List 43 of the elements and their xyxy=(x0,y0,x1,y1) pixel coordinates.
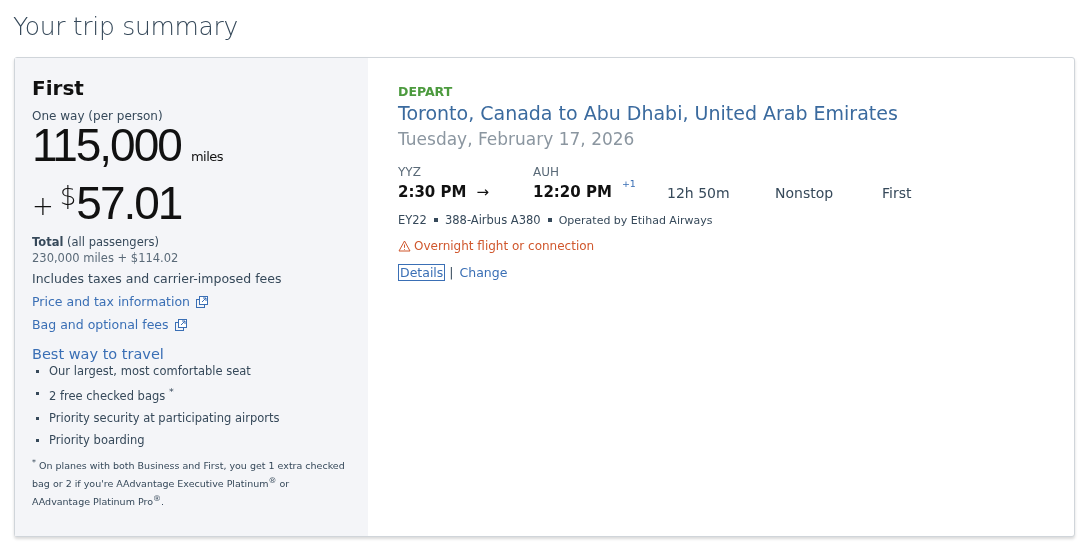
benefit-text: Priority boarding xyxy=(49,432,145,447)
fees-note: Includes taxes and carrier-imposed fees xyxy=(32,271,283,286)
flight-detail: Operated by Etihad Airways xyxy=(558,213,713,227)
warning-text: Overnight flight or connection xyxy=(414,239,595,253)
day-offset: +1 xyxy=(621,178,636,189)
bullet-icon xyxy=(36,438,39,442)
fee-link[interactable]: Bag and optional fees xyxy=(32,317,169,332)
bullet-icon xyxy=(36,416,39,420)
duration: 12h 50m xyxy=(667,185,731,201)
bullet-icon xyxy=(36,392,39,395)
depart-time: 2:30 PM xyxy=(398,183,467,201)
flight-detail: EY22 xyxy=(398,213,427,227)
link-separator: | xyxy=(449,265,454,280)
fee-link[interactable]: Price and tax information xyxy=(32,294,191,309)
cabin-name: First xyxy=(32,76,85,100)
airport-code: AUH xyxy=(533,165,560,179)
flight-date: Tuesday, February 17, 2026 xyxy=(398,129,636,149)
flight-action-link[interactable]: Change xyxy=(457,264,510,281)
bullet-icon xyxy=(36,370,39,373)
miles-unit: miles xyxy=(190,149,224,164)
external-link-icon xyxy=(196,295,209,308)
external-link-icon xyxy=(174,318,187,331)
page-title: Your trip summary xyxy=(13,12,240,41)
airport-code: YYZ xyxy=(398,165,422,179)
arrow-text: → xyxy=(476,183,490,201)
flight-action-link[interactable]: Details xyxy=(398,264,446,281)
arrive-time: 12:20 PM xyxy=(533,183,612,201)
cash-amount: 57.01 xyxy=(76,177,182,229)
total-label: Total (all passengers) xyxy=(32,235,160,249)
stops: Nonstop xyxy=(775,185,835,201)
warning-icon xyxy=(398,240,411,252)
direction-label: DEPART xyxy=(398,84,454,99)
currency-symbol: $ xyxy=(59,181,77,211)
benefit-text: 2 free checked bags $^{*}$ xyxy=(49,386,174,403)
plus-sign: + xyxy=(32,191,54,221)
total-value: 230,000 miles + $114.02 xyxy=(32,251,180,265)
benefits-title: Best way to travel xyxy=(32,346,165,362)
cabin-class: First xyxy=(882,185,913,201)
footnote: $^{*}$ On planes with both Business and First, you get 1 extra checked bag or 2 if you're AAdvantage Executive Platinum$^{®}$ or AAdvantage Platinum Pro$^{®}$. xyxy=(32,456,346,510)
route-title: Toronto, Canada to Abu Dhabi, United Arab Emirates xyxy=(398,102,899,124)
benefit-text: Priority security at participating airports xyxy=(49,410,280,425)
benefit-text: Our largest, most comfortable seat xyxy=(49,364,251,378)
flight-detail: 388-Airbus A380 xyxy=(444,213,541,227)
